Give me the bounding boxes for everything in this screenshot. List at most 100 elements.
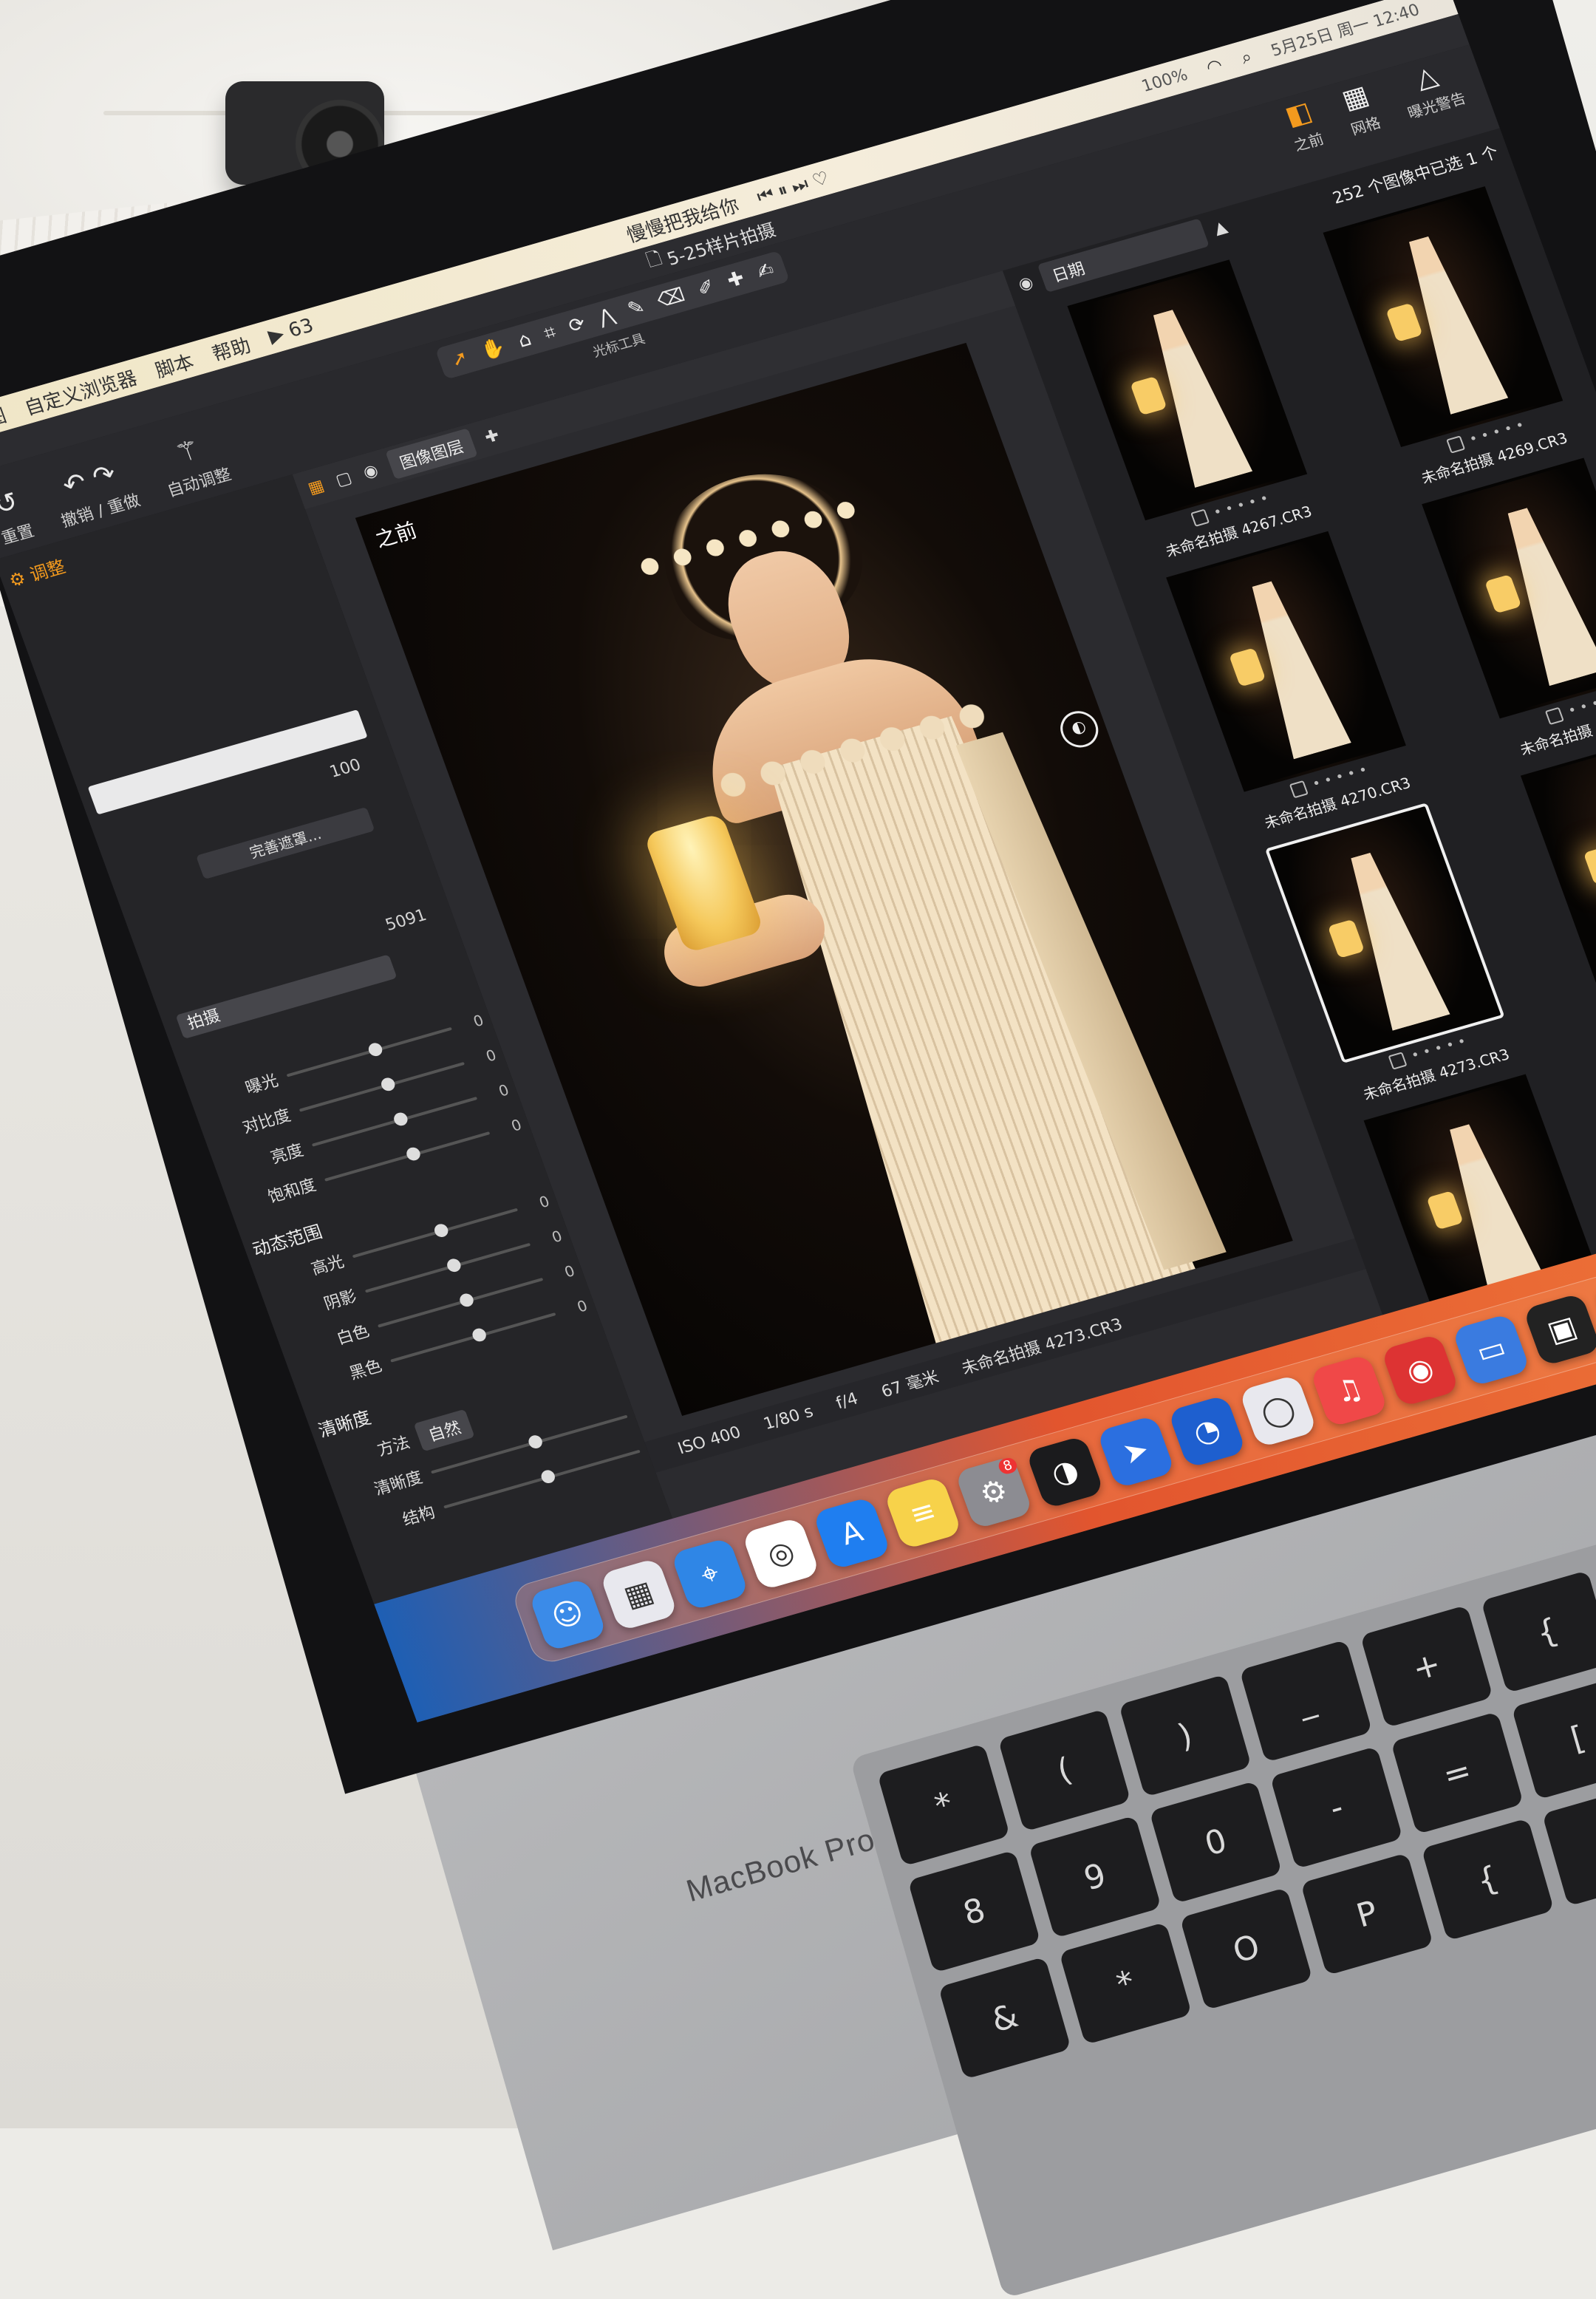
- thumbnail-image[interactable]: [1422, 457, 1596, 719]
- warning-icon: △: [1411, 60, 1442, 95]
- before-label: 之前: [372, 517, 420, 553]
- eye-icon[interactable]: ◉: [361, 460, 381, 482]
- exposure-value: 0: [471, 1011, 486, 1031]
- photos-icon[interactable]: ▣: [1522, 1292, 1596, 1367]
- texture-knob[interactable]: [539, 1468, 557, 1485]
- blacks-knob[interactable]: [470, 1326, 488, 1343]
- heal-tool-icon[interactable]: ✚: [724, 267, 747, 292]
- exif-aperture: f/4: [833, 1389, 861, 1413]
- keyboard-key[interactable]: {: [1481, 1570, 1596, 1694]
- photo-dress: [718, 701, 1213, 1360]
- eraser-tool-icon[interactable]: ⌫: [655, 284, 689, 312]
- refine-mask-button[interactable]: 完善遮罩...: [196, 806, 375, 880]
- thumbnail-checkbox[interactable]: [1190, 508, 1210, 527]
- thumbnail-image[interactable]: [1166, 531, 1406, 792]
- undo-redo-button[interactable]: ↶ ↷ 撤销 / 重做: [45, 454, 143, 532]
- thumbnail-checkbox[interactable]: [1388, 1051, 1408, 1070]
- annotate-tool-icon[interactable]: ✍: [754, 259, 777, 284]
- settings-badge: 8: [996, 1456, 1019, 1476]
- blacks-value: 0: [574, 1296, 590, 1316]
- grid-button[interactable]: ▦ 网格: [1336, 79, 1383, 139]
- tab-adjust[interactable]: ⚙ 调整: [4, 552, 68, 592]
- battery-status[interactable]: 100%: [1139, 66, 1190, 96]
- music-icon[interactable]: ♫: [1309, 1353, 1389, 1428]
- crop-tool-icon[interactable]: ⌗: [541, 321, 559, 345]
- keyboard-key[interactable]: 8: [907, 1850, 1041, 1973]
- keyboard-key[interactable]: &: [938, 1956, 1071, 2080]
- keyboard-key[interactable]: _: [1239, 1639, 1373, 1762]
- notes-icon[interactable]: ≡: [883, 1476, 963, 1550]
- keyboard-key[interactable]: -: [1269, 1745, 1403, 1870]
- thumbnail-candle: [1130, 375, 1167, 416]
- search-icon[interactable]: ⌕: [1238, 46, 1255, 68]
- brightness-value: 0: [496, 1080, 511, 1100]
- grid-icon: ▦: [1338, 80, 1373, 116]
- send-icon[interactable]: ➤: [1096, 1414, 1176, 1489]
- eye-filter-icon[interactable]: ◉: [1016, 273, 1036, 294]
- thumbnail-image[interactable]: [1264, 803, 1505, 1064]
- chrome-icon[interactable]: ◎: [741, 1516, 821, 1591]
- keyboard-key[interactable]: *: [877, 1743, 1011, 1867]
- keyboard-key[interactable]: (: [998, 1709, 1131, 1832]
- netease-icon[interactable]: ◉: [1380, 1333, 1460, 1408]
- brush-tool-icon[interactable]: ✎: [624, 296, 647, 321]
- keyboard-key[interactable]: {: [1421, 1818, 1555, 1941]
- wb-kelvin[interactable]: 5091: [383, 906, 429, 935]
- thumbnail-image[interactable]: [1520, 729, 1596, 990]
- keyboard-key[interactable]: [: [1511, 1677, 1596, 1800]
- exposure-knob[interactable]: [366, 1041, 384, 1058]
- shadows-knob[interactable]: [445, 1257, 463, 1274]
- thumbnail-cell[interactable]: • • • • •未命名拍摄 4271.CR3: [1396, 451, 1596, 769]
- keyboard-key[interactable]: P: [1300, 1853, 1434, 1976]
- picker-tool-icon[interactable]: ✐: [695, 276, 717, 301]
- capture-one-icon[interactable]: ◑: [1025, 1435, 1105, 1510]
- saturation-knob[interactable]: [404, 1145, 423, 1162]
- keyboard-key[interactable]: =: [1391, 1711, 1524, 1835]
- launchpad-icon[interactable]: ▦: [599, 1557, 678, 1632]
- single-view-icon[interactable]: ▢: [333, 469, 355, 490]
- wifi-icon[interactable]: ◠: [1204, 55, 1226, 78]
- brightness-knob[interactable]: [392, 1111, 410, 1128]
- method-select[interactable]: 自然: [413, 1409, 475, 1452]
- browser-icon[interactable]: ◯: [1238, 1374, 1318, 1448]
- clip-icon[interactable]: ◔: [1167, 1394, 1247, 1468]
- rotate-tool-icon[interactable]: ⟳: [565, 313, 588, 338]
- keyboard-key[interactable]: *: [1059, 1921, 1193, 2046]
- thumbnail-checkbox[interactable]: [1445, 435, 1466, 454]
- highlights-knob[interactable]: [432, 1222, 450, 1239]
- sharpness-knob[interactable]: [526, 1434, 545, 1451]
- wb-mode-select[interactable]: 拍摄: [175, 954, 398, 1040]
- thumbnail-checkbox[interactable]: [1544, 706, 1564, 725]
- settings-icon[interactable]: ⚙ 8: [954, 1455, 1034, 1530]
- grid-view-icon[interactable]: ▦: [305, 476, 327, 497]
- app-store-icon[interactable]: A: [812, 1496, 892, 1570]
- thumbnail-candle: [1583, 845, 1596, 885]
- loupe-tool-icon[interactable]: ⌂: [515, 328, 534, 352]
- contrast-knob[interactable]: [379, 1076, 397, 1093]
- clarity-title[interactable]: 清晰度: [314, 1403, 374, 1443]
- keyboard-key[interactable]: 9: [1028, 1815, 1162, 1938]
- thumbnail-image[interactable]: [1067, 259, 1308, 521]
- thumbnail-candle: [1385, 302, 1423, 342]
- keynote-icon[interactable]: ▭: [1451, 1312, 1531, 1387]
- add-layer-icon[interactable]: ✚: [482, 426, 502, 447]
- opacity-value: 100: [327, 755, 364, 782]
- reset-button[interactable]: ↺ 重置: [0, 485, 37, 549]
- keyboard-key[interactable]: ): [1118, 1674, 1252, 1797]
- hand-tool-icon[interactable]: ✋: [478, 336, 508, 363]
- thumbnail-checkbox[interactable]: [1289, 780, 1309, 798]
- finder-icon[interactable]: ☺: [528, 1578, 607, 1652]
- keyboard-key[interactable]: }: [1541, 1783, 1596, 1907]
- keyboard-key[interactable]: 0: [1149, 1780, 1283, 1904]
- pointer-tool-icon[interactable]: ➚: [448, 346, 471, 371]
- safari-icon[interactable]: ⌖: [670, 1537, 750, 1611]
- magic-wand-icon: ⚚: [171, 434, 205, 470]
- layer-name-field[interactable]: [87, 709, 368, 815]
- thumbnail-image[interactable]: [1323, 186, 1563, 448]
- keyboard-key[interactable]: O: [1179, 1887, 1313, 2011]
- auto-adjust-button[interactable]: ⚚ 自动调整: [151, 429, 234, 502]
- sort-direction-icon[interactable]: ▲: [1211, 217, 1230, 238]
- keyboard-key[interactable]: +: [1360, 1604, 1493, 1728]
- keystone-tool-icon[interactable]: ⋀: [596, 304, 618, 329]
- whites-knob[interactable]: [457, 1292, 476, 1309]
